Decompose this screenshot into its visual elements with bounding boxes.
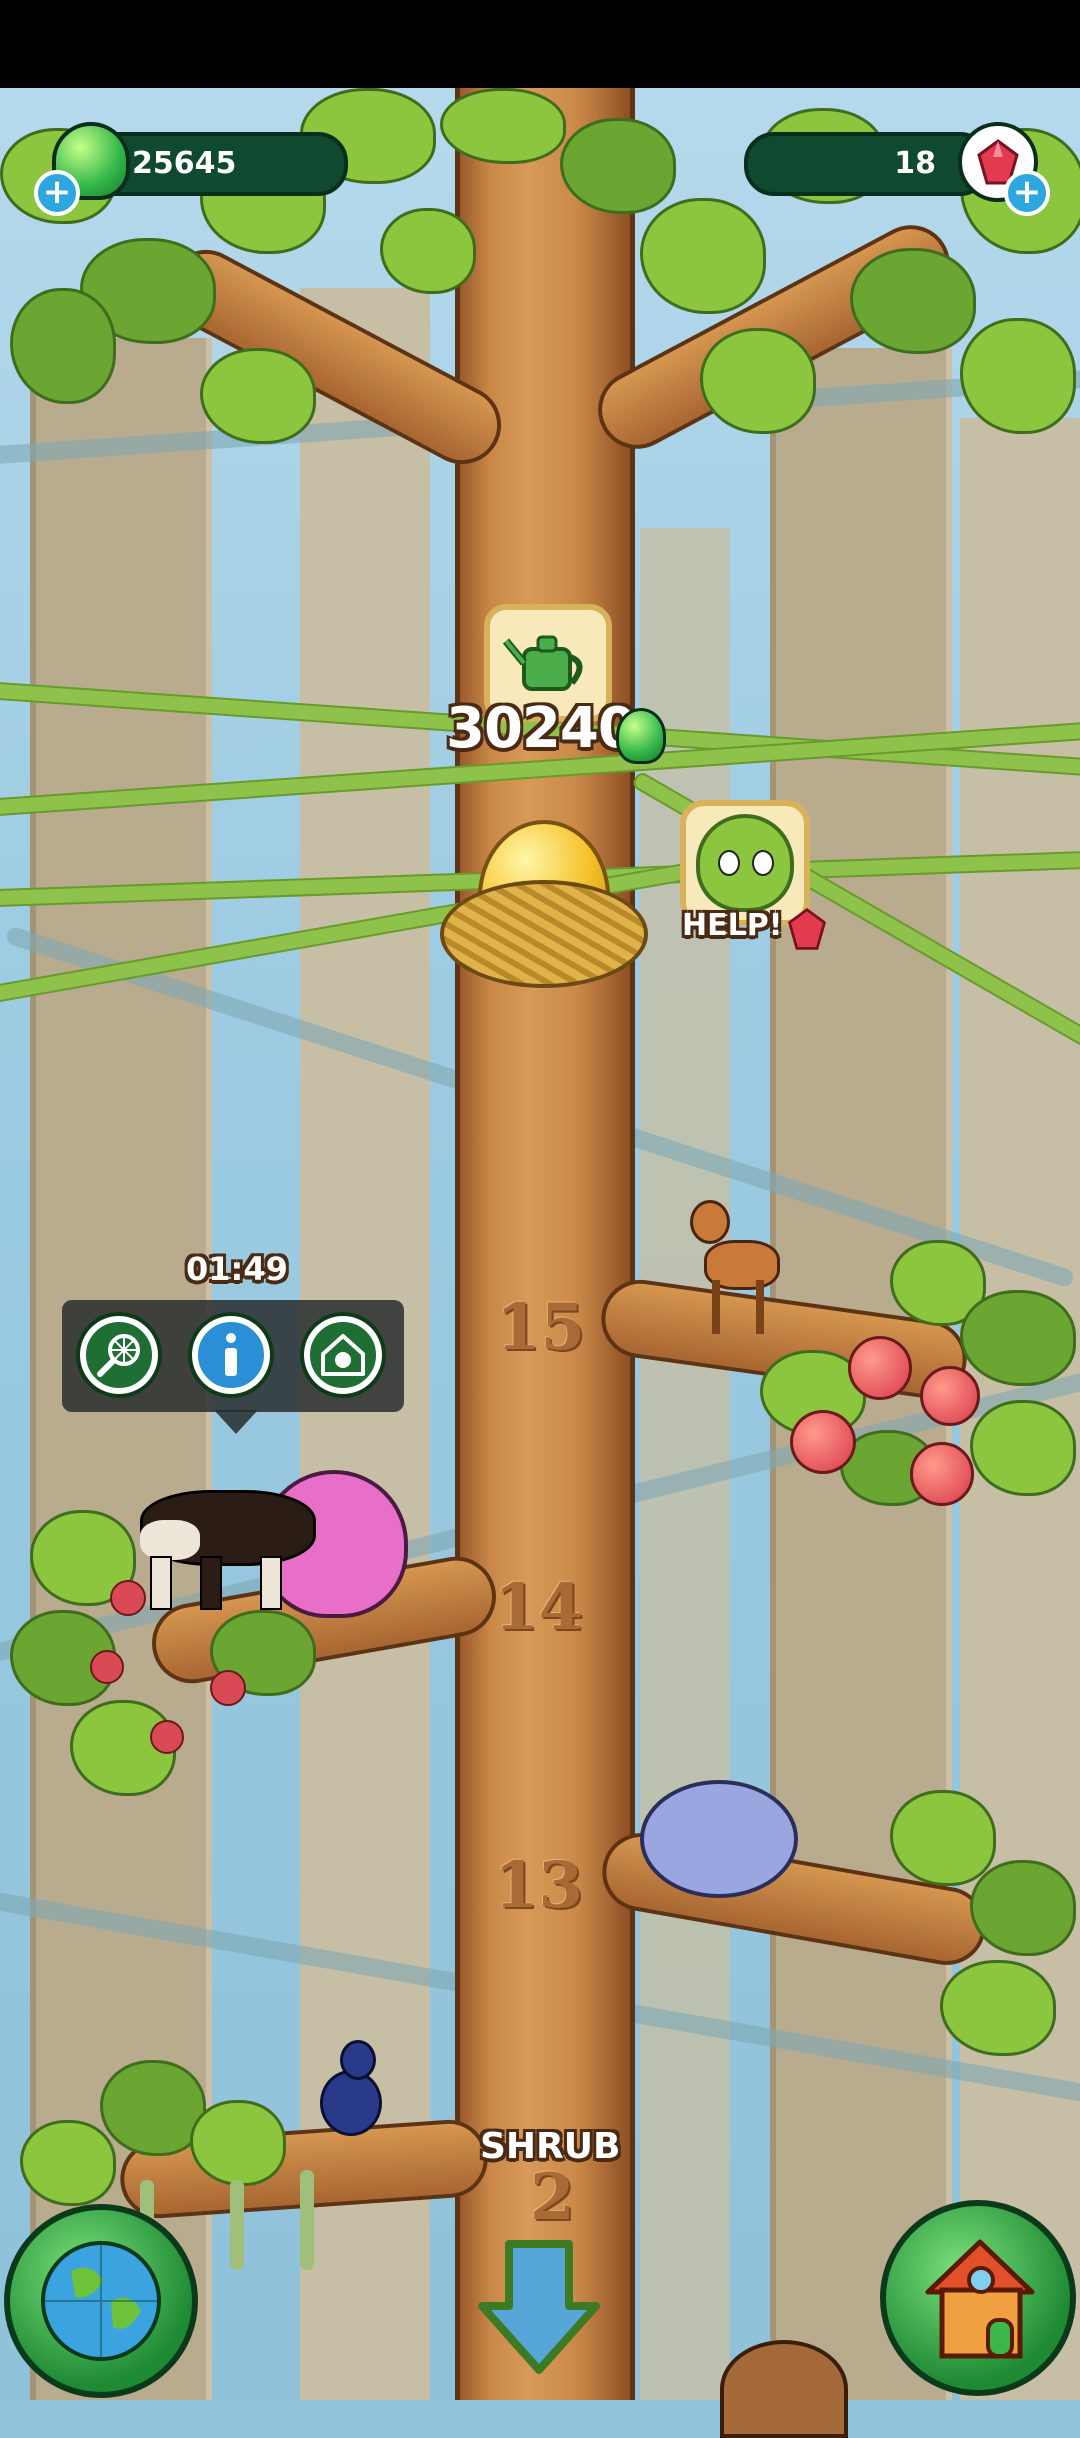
red-gem-count: 18 [894,146,936,181]
apple[interactable] [920,1366,980,1426]
deer[interactable] [690,1200,790,1336]
green-gem-count: 25645 [132,146,237,181]
info-icon [225,1333,237,1376]
level-number-12: 2 [530,2160,575,2235]
peacock-creature[interactable] [300,2040,382,2150]
level-number-14: 14 [494,1570,584,1645]
chinchilla-creature[interactable] [640,1780,798,1898]
add-red-gems-button[interactable]: + [1004,170,1050,216]
catch-net-button[interactable] [80,1316,158,1394]
net-icon [97,1334,140,1377]
house-icon [925,2239,1035,2359]
red-gem-counter[interactable]: 18 [744,132,990,196]
apple[interactable] [790,1410,856,1474]
level-number-13: 13 [494,1848,584,1923]
globe-icon [41,2241,161,2361]
arrow-down-icon [478,2240,600,2374]
menu-pointer [214,1410,258,1434]
level-number-15: 15 [496,1290,586,1365]
home-tree-house-button[interactable] [880,2200,1076,2396]
info-button[interactable] [192,1316,270,1394]
mushroom-tree-leaves [760,1780,1080,2080]
status-bar [0,0,1080,88]
watering-can-icon [502,635,583,691]
apple[interactable] [848,1336,912,1400]
send-home-button[interactable] [304,1316,382,1394]
nest [440,880,648,988]
popup-timer: 01:49 [186,1250,288,1288]
apple[interactable] [910,1442,974,1506]
red-gem-icon [784,904,830,958]
task-cost-value: 30240 [446,696,637,761]
help-label: HELP! [682,908,783,943]
world-map-button[interactable] [4,2204,198,2398]
horse-creature[interactable] [130,1460,330,1610]
leaf-creature-icon [696,814,794,912]
green-gem-icon [616,708,666,764]
home-icon [321,1334,365,1376]
scroll-down-button[interactable] [474,2236,604,2376]
add-green-gems-button[interactable]: + [34,170,80,216]
bear-creature[interactable] [720,2340,848,2438]
